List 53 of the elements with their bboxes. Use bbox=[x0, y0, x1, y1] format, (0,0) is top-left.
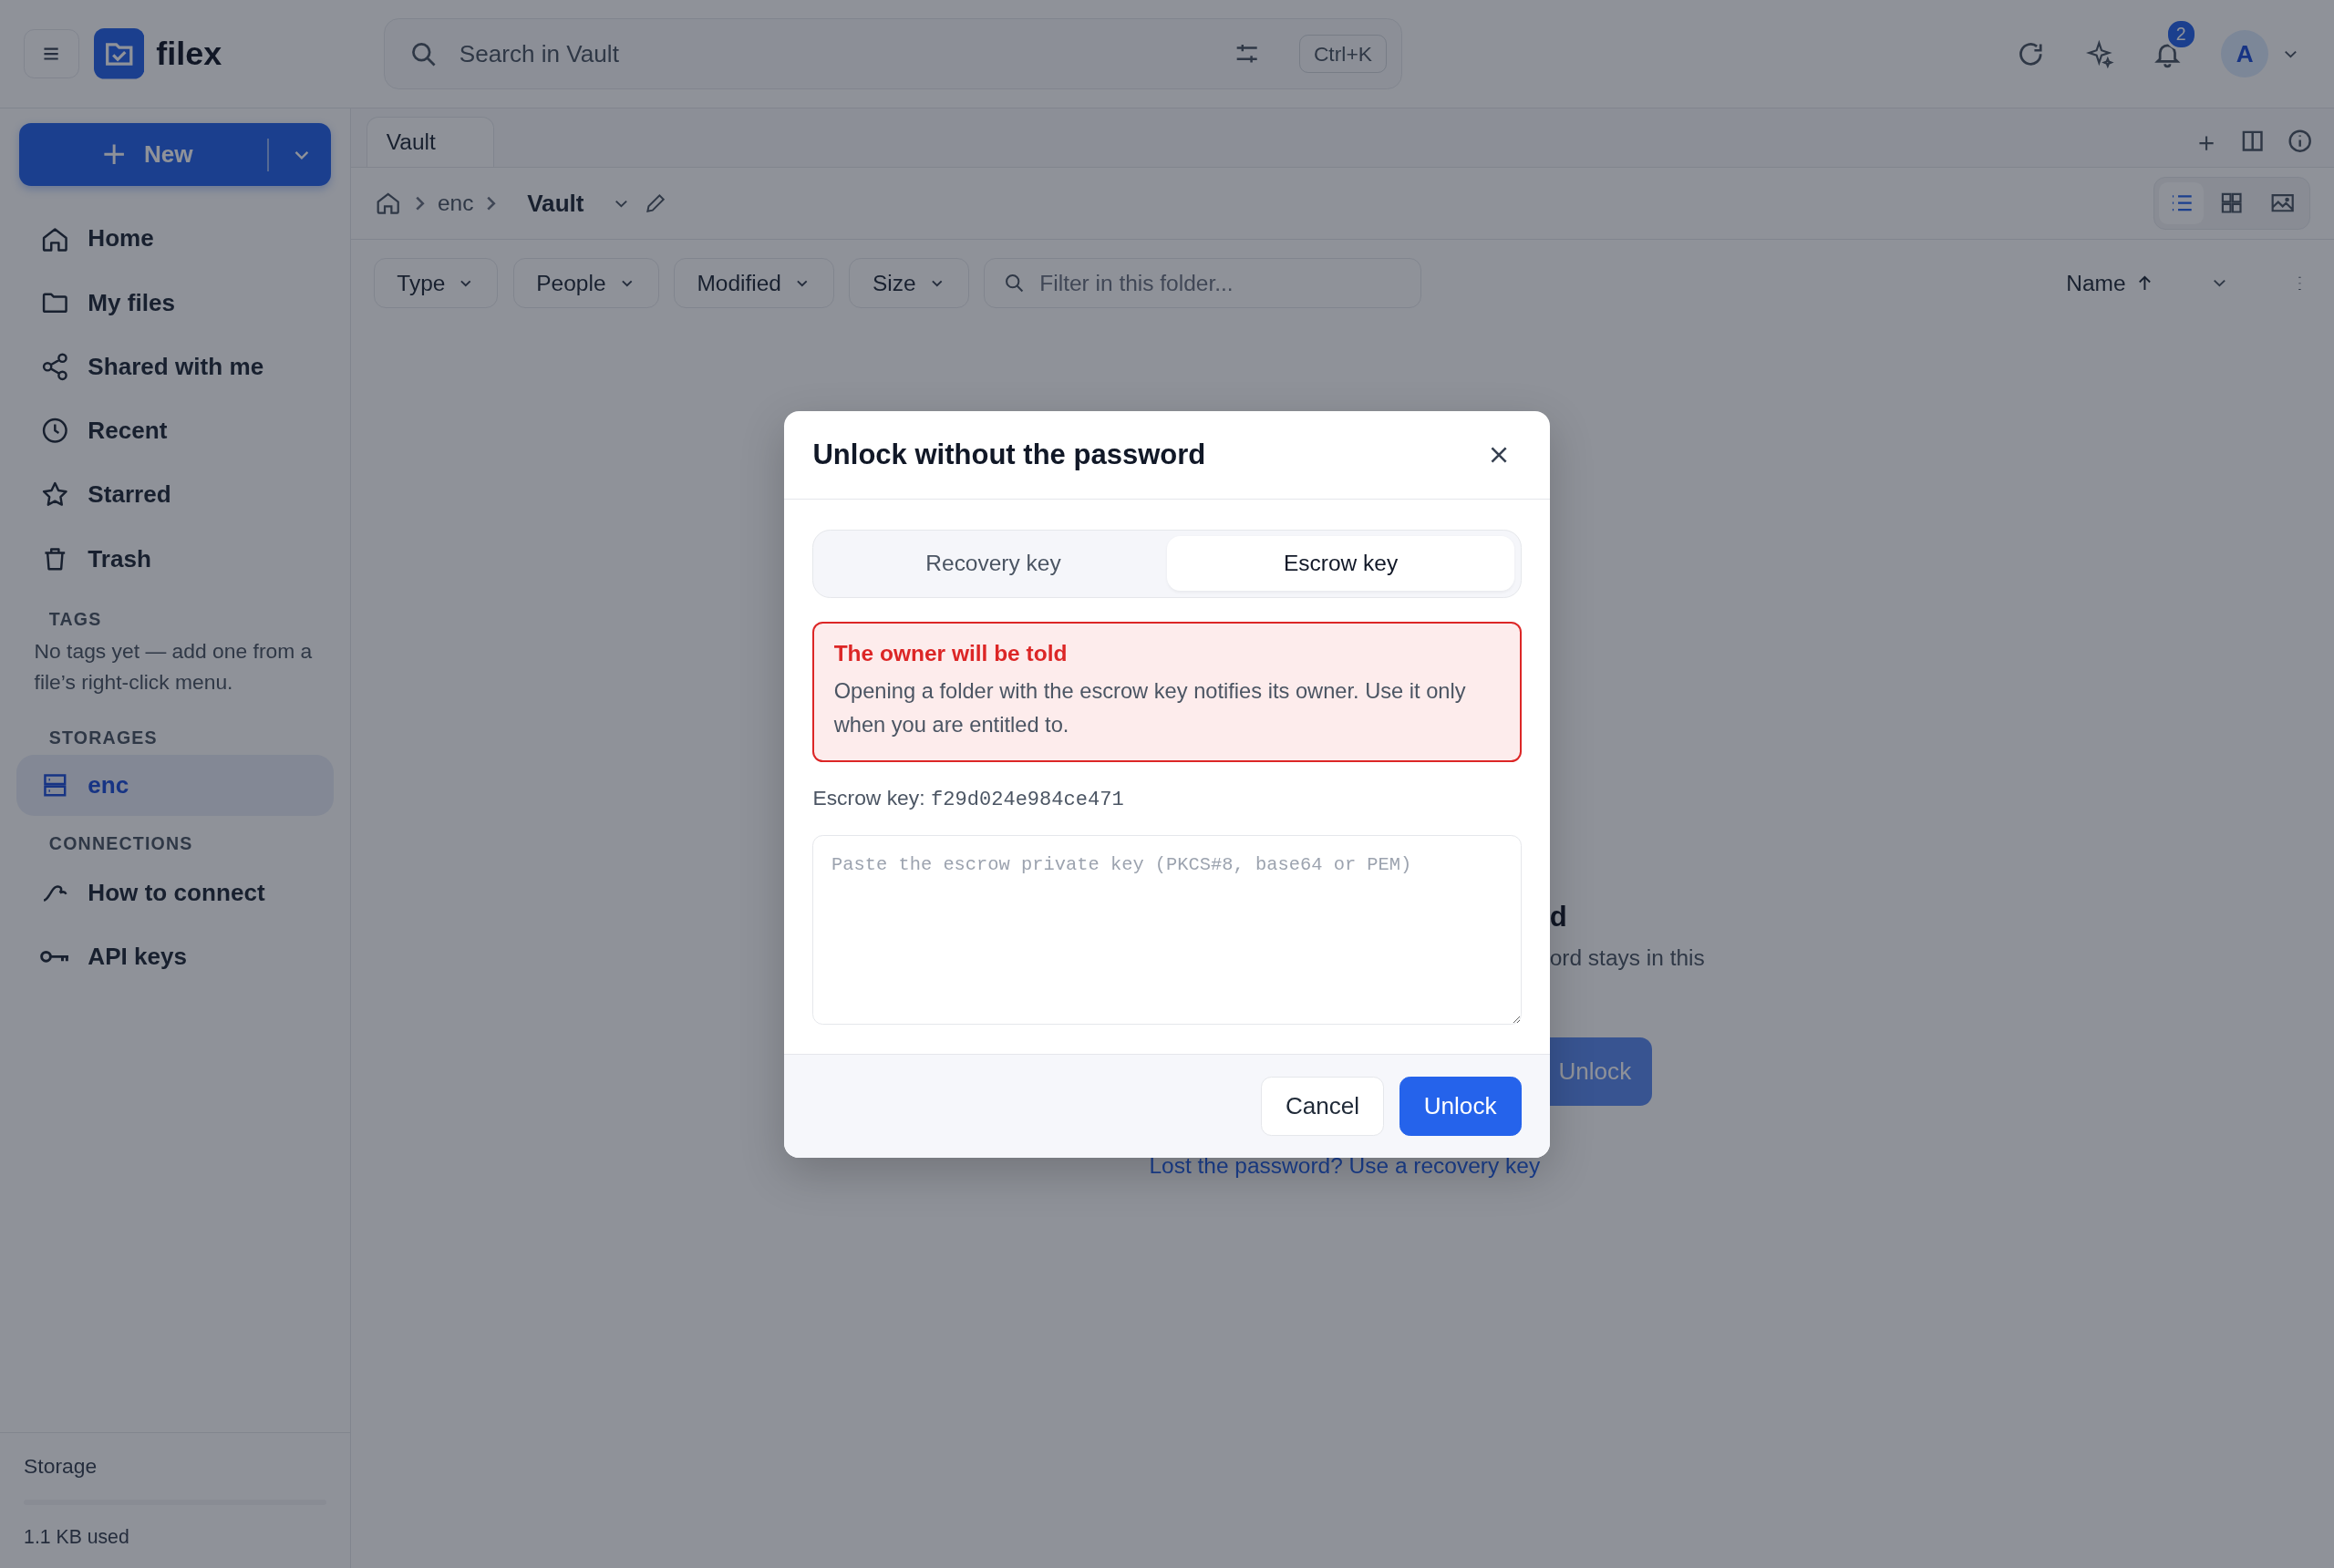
filter-dropdown[interactable]: Type bbox=[373, 257, 499, 309]
app-name: filex bbox=[156, 35, 222, 74]
filter-field[interactable]: Filter in this folder... bbox=[983, 257, 1421, 309]
alert-title: The owner will be told bbox=[833, 641, 1069, 667]
sidebar-item[interactable]: How to connect bbox=[15, 860, 335, 925]
logo-icon bbox=[93, 28, 145, 79]
list-view-button[interactable] bbox=[2159, 182, 2205, 224]
sort-button[interactable]: Name bbox=[2057, 268, 2165, 298]
chevron-right-icon bbox=[413, 195, 426, 211]
alert-text: Opening a folder with the escrow key notifies its owner. Use it only when you are entitled to. bbox=[833, 677, 1467, 739]
breadcrumb-link[interactable]: enc bbox=[437, 191, 474, 216]
section-heading: CONNECTIONS bbox=[47, 832, 194, 856]
key-input-field[interactable]: Paste the escrow private key (PKCS#8, base64 or PEM) bbox=[812, 835, 1522, 1025]
storage-title: Storage bbox=[24, 1453, 98, 1479]
unlock-button[interactable]: Unlock bbox=[1399, 1077, 1522, 1137]
empty-state-title: d bbox=[1549, 899, 1567, 934]
info-icon[interactable] bbox=[2286, 128, 2314, 155]
new-label[interactable]: New bbox=[143, 140, 193, 170]
search-field[interactable]: Search in Vault Ctrl+K bbox=[384, 17, 1402, 90]
section-heading: STORAGES bbox=[47, 727, 159, 750]
filter-dropdown[interactable]: Modified bbox=[673, 257, 835, 309]
empty-state-text: ord stays in this bbox=[1549, 944, 1705, 971]
share-icon bbox=[40, 352, 70, 382]
cancel-button[interactable]: Cancel bbox=[1260, 1077, 1385, 1137]
tab[interactable]: Escrow key bbox=[1167, 536, 1515, 592]
menu-button[interactable] bbox=[24, 29, 79, 78]
tab[interactable]: Vault bbox=[366, 116, 495, 167]
sidebar-item[interactable]: Shared with me bbox=[15, 335, 335, 399]
sidebar-item[interactable]: API keys bbox=[15, 924, 335, 989]
new-button[interactable]: New bbox=[19, 123, 332, 187]
storage-usage: 1.1 KB used bbox=[24, 1526, 130, 1548]
filter-input[interactable]: Filter in this folder... bbox=[1037, 268, 1403, 298]
chevron-right-icon bbox=[485, 195, 498, 211]
filter-dropdown[interactable]: Size bbox=[849, 257, 969, 309]
sidebar-item[interactable]: Recent bbox=[15, 398, 335, 463]
tab[interactable]: Recovery key bbox=[819, 536, 1168, 592]
key-icon bbox=[40, 949, 70, 964]
filter-dropdown[interactable]: People bbox=[512, 257, 659, 309]
sidebar-item[interactable]: Trash bbox=[15, 526, 335, 592]
shortcut-hint: Ctrl+K bbox=[1299, 35, 1387, 74]
sidebar-item[interactable]: Starred bbox=[15, 462, 335, 527]
sidebar-item[interactable]: Home bbox=[15, 206, 335, 272]
sidebar-item[interactable]: My files bbox=[15, 271, 335, 335]
key-value: f29d024e984ce471 bbox=[931, 789, 1124, 812]
dialog-title: Unlock without the password bbox=[812, 438, 1206, 471]
sidebar-item[interactable]: enc bbox=[15, 754, 335, 816]
current-folder: Vault bbox=[527, 189, 584, 218]
key-label: Escrow key: bbox=[812, 786, 925, 811]
clock-icon bbox=[40, 416, 70, 446]
section-heading: TAGS bbox=[47, 607, 103, 631]
search-input[interactable]: Search in Vault bbox=[456, 37, 1216, 70]
empty-tags-text: No tags yet — add one from a file’s right-click menu. bbox=[33, 638, 314, 696]
avatar[interactable]: A bbox=[2221, 29, 2269, 78]
